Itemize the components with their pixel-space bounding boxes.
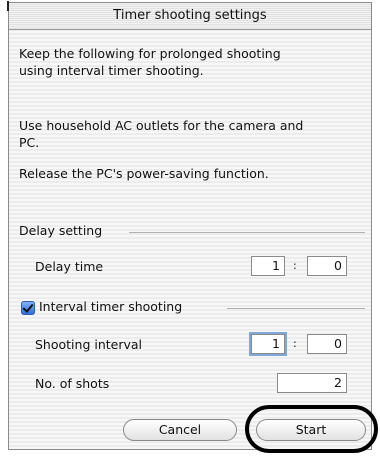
delay-setting-section-label: Delay setting [19,223,103,238]
cancel-button[interactable]: Cancel [123,419,237,441]
delay-seconds-field[interactable]: 0 [307,256,347,276]
interval-separator: : [293,337,297,350]
interval-minutes-field[interactable]: 1 [251,334,285,354]
power-saving-note: Release the PC's power-saving function. [19,166,269,181]
delay-time-separator: : [293,259,297,272]
start-button-highlight-ring [245,405,378,453]
ac-outlet-note-line1: Use household AC outlets for the camera … [19,118,304,133]
delay-setting-divider [129,232,365,233]
ac-outlet-note-line2: PC. [19,135,40,150]
interval-timer-checkbox[interactable] [21,301,35,315]
interval-seconds-field[interactable]: 0 [307,334,347,354]
delay-time-label: Delay time [35,259,104,274]
dialog-title: Timer shooting settings [9,3,371,30]
prolonged-shooting-note-line1: Keep the following for prolonged shootin… [19,46,281,61]
timer-settings-dialog: Timer shooting settings Keep the followi… [7,1,372,450]
number-of-shots-field[interactable]: 2 [277,373,347,393]
shooting-interval-label: Shooting interval [35,337,143,352]
delay-minutes-field[interactable]: 1 [251,256,285,276]
number-of-shots-label: No. of shots [35,376,110,391]
interval-timer-divider [227,308,365,309]
interval-timer-label[interactable]: Interval timer shooting [39,299,182,314]
prolonged-shooting-note-line2: using interval timer shooting. [19,63,204,78]
